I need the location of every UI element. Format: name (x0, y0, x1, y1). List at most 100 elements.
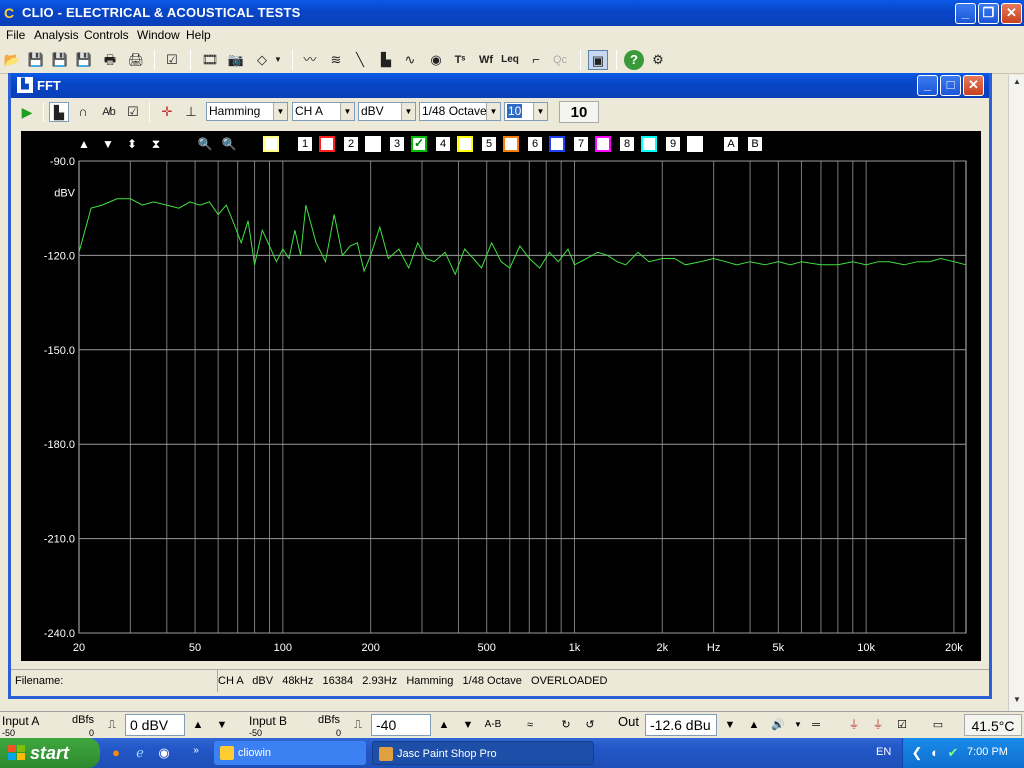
chevron-down-icon[interactable]: ▼ (272, 50, 284, 70)
input-a-down-icon[interactable]: ▼ (214, 716, 230, 734)
fft-chart-svg: -90.0 -120.0 -150.0 -180.0 -210.0 -240.0 dBV 20… (44, 156, 967, 654)
phantom-b-icon[interactable]: ⏚ (870, 716, 886, 734)
fft-close-button[interactable]: ✕ (963, 75, 984, 96)
task-paintshop[interactable]: Jasc Paint Shop Pro (372, 741, 594, 765)
chevron-down-icon[interactable]: ▼ (486, 103, 500, 120)
eraser-icon[interactable]: ◇ (252, 50, 272, 70)
scroll-down-icon[interactable]: ▼ (1011, 695, 1023, 707)
input-b-trigger-icon[interactable]: ⎍ (350, 716, 366, 734)
close-button[interactable]: ✕ (1001, 3, 1022, 24)
minimize-button[interactable]: _ (955, 3, 976, 24)
menu-controls[interactable]: Controls (84, 28, 129, 42)
out-value[interactable]: -12.6 dBu (645, 714, 717, 736)
clock: 7:00 PM (967, 746, 1008, 758)
menu-analysis[interactable]: Analysis (34, 28, 79, 42)
input-a-up-icon[interactable]: ▲ (190, 716, 206, 734)
chevron-down-icon[interactable]: ▼ (533, 103, 547, 120)
input-b-value[interactable]: -40 dBV (371, 714, 431, 752)
camera-icon[interactable]: 📷 (226, 50, 246, 70)
tray-volume-icon[interactable]: ◐ (925, 743, 945, 763)
input-b-down-icon[interactable]: ▼ (460, 716, 476, 734)
print-preview-icon[interactable]: 🖶 (100, 50, 120, 70)
eye-icon[interactable]: ◉ (426, 50, 446, 70)
cursor-icon[interactable]: ✛ (157, 102, 177, 122)
restore-button[interactable]: ❐ (978, 3, 999, 24)
context-help-icon[interactable]: ⚙ (648, 50, 668, 70)
marker-icon[interactable]: ⊥ (181, 102, 201, 122)
calibration-icon[interactable]: ☑ (894, 716, 910, 734)
fft-maximize-button[interactable]: □ (940, 75, 961, 96)
fft-icon[interactable]: ▙ (376, 50, 396, 70)
out-up-icon[interactable]: ▲ (746, 716, 762, 734)
a-minus-b-button[interactable]: A-B (482, 716, 504, 734)
input-a-value[interactable]: 0 dBV (125, 714, 185, 736)
multimeter-icon[interactable]: ≋ (326, 50, 346, 70)
save-icon[interactable]: 💾 (26, 50, 46, 70)
ts-icon[interactable]: Tˢ (450, 50, 470, 70)
y-unit-label: dBV (54, 187, 75, 199)
toolbar-separator (292, 50, 293, 70)
input-a-min: -50 (2, 728, 16, 738)
tray-arrow-icon[interactable]: ❮ (907, 743, 927, 763)
fft-titlebar[interactable]: ▙ FFT _ □ ✕ (11, 73, 989, 98)
generator-icon[interactable]: ≈ (522, 716, 538, 734)
fft-plot[interactable]: ▲ ▼ ⬍ ⧗ 🔍 🔍 1 2 3 ✓ 4 5 6 7 8 9 A B -90.… (21, 131, 981, 661)
averages-select[interactable]: 10 ▼ (504, 102, 548, 121)
waterfall-icon[interactable]: ∩ (73, 102, 93, 122)
bars-icon[interactable]: ▙ (49, 102, 69, 122)
scroll-up-icon[interactable]: ▲ (1011, 77, 1023, 89)
smoothing-select[interactable]: 1/48 Octave ▼ (419, 102, 501, 121)
film-icon[interactable]: 🎞 (200, 50, 220, 70)
unit-select[interactable]: dBV ▼ (358, 102, 416, 121)
loop-icon[interactable]: ↻ (558, 716, 574, 734)
leq-icon[interactable]: Leq (500, 50, 520, 70)
window-type-select[interactable]: Hamming ▼ (206, 102, 288, 121)
start-button[interactable]: start (0, 738, 100, 768)
help-icon[interactable]: ? (624, 50, 644, 70)
sweep-icon[interactable]: ╲ (350, 50, 370, 70)
phantom-a-icon[interactable]: ⏚ (846, 716, 862, 734)
language-indicator[interactable]: EN (876, 746, 891, 758)
input-a-trigger-icon[interactable]: ⎍ (104, 716, 120, 734)
checklist-icon[interactable]: ☑ (162, 50, 182, 70)
vertical-scrollbar[interactable]: ▲ ▼ (1008, 75, 1024, 711)
wf-icon[interactable]: Wf (476, 50, 496, 70)
chevron-down-icon[interactable]: ▼ (401, 103, 415, 120)
chevron-down-icon[interactable]: ▼ (340, 103, 354, 120)
menu-help[interactable]: Help (186, 28, 211, 42)
print-icon[interactable]: 🖨 (126, 50, 146, 70)
menu-window[interactable]: Window (137, 28, 180, 42)
ab-compare-icon[interactable]: A̸b (99, 102, 119, 122)
ie-icon[interactable]: ℯ (130, 743, 150, 763)
settings-check-icon[interactable]: ☑ (123, 102, 143, 122)
windows-logo-icon (8, 745, 25, 760)
input-b-up-icon[interactable]: ▲ (436, 716, 452, 734)
fft-minimize-button[interactable]: _ (917, 75, 938, 96)
step-icon[interactable]: ⌐ (526, 50, 546, 70)
status-info-text: CH A dBV 48kHz 16384 2.93Hz Hamming 1/48… (218, 675, 608, 687)
out-down-icon[interactable]: ▼ (722, 716, 738, 734)
input-b-unit: dBfs (318, 714, 341, 726)
save-as-icon[interactable]: 💾 (50, 50, 70, 70)
mute-icon[interactable]: ═ (808, 716, 824, 734)
task-cliowin[interactable]: cliowin (214, 741, 366, 765)
quicklaunch-more-icon[interactable]: » (186, 741, 206, 761)
chevron-down-icon[interactable]: ▼ (273, 103, 287, 120)
waveform-icon[interactable]: 〰 (300, 50, 320, 70)
media-icon[interactable]: ◉ (154, 743, 174, 763)
play-icon[interactable]: ▶ (17, 102, 37, 122)
menu-file[interactable]: File (6, 28, 25, 42)
display-icon[interactable]: ▣ (588, 50, 608, 70)
loop-alt-icon[interactable]: ↺ (582, 716, 598, 734)
app-titlebar[interactable]: C CLIO - ELECTRICAL & ACOUSTICAL TESTS _… (0, 0, 1024, 26)
channel-select[interactable]: CH A ▼ (292, 102, 355, 121)
firefox-icon[interactable]: ● (106, 743, 126, 763)
save-all-icon[interactable]: 💾 (74, 50, 94, 70)
tray-security-icon[interactable]: ✔ (943, 743, 963, 763)
chevron-down-icon[interactable]: ▼ (790, 716, 806, 734)
hardware-icon[interactable]: ▭ (930, 716, 946, 734)
speaker-icon[interactable]: 🔊 (770, 716, 786, 734)
sine-icon[interactable]: ∿ (400, 50, 420, 70)
open-icon[interactable]: 📂 (2, 50, 22, 70)
out-label: Out (618, 714, 639, 729)
